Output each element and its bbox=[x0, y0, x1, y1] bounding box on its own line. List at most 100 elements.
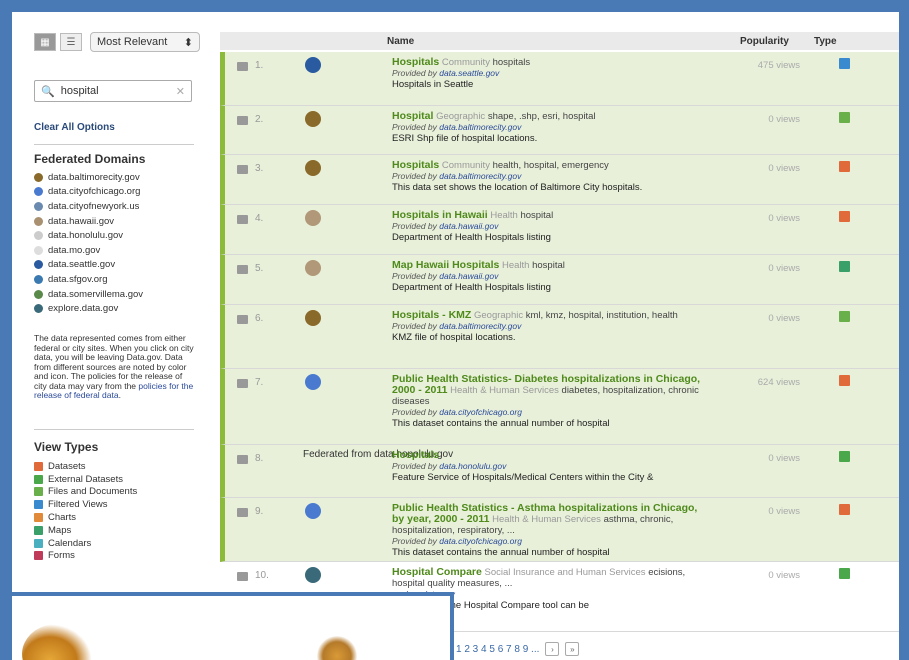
source-link[interactable]: data.honolulu.gov bbox=[439, 461, 506, 471]
view-type-icon bbox=[34, 513, 43, 523]
domain-item[interactable]: data.cityofnewyork.us bbox=[34, 199, 204, 214]
dataset-name-link[interactable]: Map Hawaii Hospitals bbox=[392, 259, 499, 271]
domain-item[interactable]: data.mo.gov bbox=[34, 243, 204, 258]
table-row[interactable]: 3. Hospitals Community health, hospital, … bbox=[220, 155, 899, 205]
domain-item[interactable]: explore.data.gov bbox=[34, 301, 204, 316]
row-content: Public Health Statistics- Diabetes hospi… bbox=[392, 374, 712, 430]
domain-logo-icon bbox=[34, 245, 43, 255]
source-logo-icon bbox=[305, 310, 321, 326]
domain-item[interactable]: data.cityofchicago.org bbox=[34, 185, 204, 200]
dataset-name-link[interactable]: Hospitals bbox=[392, 159, 439, 171]
provided-by: Provided by data.seattle.gov bbox=[392, 68, 500, 78]
row-expand-icon[interactable] bbox=[237, 315, 248, 324]
row-expand-icon[interactable] bbox=[237, 508, 248, 517]
view-toolbar: ▦ ☰ Most Relevant ⬍ bbox=[34, 32, 200, 52]
domain-item[interactable]: data.honolulu.gov bbox=[34, 228, 204, 243]
dataset-name-link[interactable]: Hospitals in Hawaii bbox=[392, 209, 488, 221]
view-type-item[interactable]: Charts bbox=[34, 511, 194, 524]
table-row[interactable]: 6. Hospitals - KMZ Geographic kml, kmz, h… bbox=[220, 305, 899, 369]
source-link[interactable]: data.baltimorecity.gov bbox=[439, 122, 521, 132]
row-expand-icon[interactable] bbox=[237, 455, 248, 464]
source-link[interactable]: data.baltimorecity.gov bbox=[439, 321, 521, 331]
row-expand-icon[interactable] bbox=[237, 62, 248, 71]
source-link[interactable]: data.seattle.gov bbox=[439, 68, 499, 78]
row-expand-icon[interactable] bbox=[237, 215, 248, 224]
dataset-name-link[interactable]: Hospital Compare bbox=[392, 566, 482, 578]
domain-item[interactable]: data.somervillema.gov bbox=[34, 287, 204, 302]
clear-all-options-link[interactable]: Clear All Options bbox=[34, 122, 115, 133]
list-view-icon[interactable]: ☰ bbox=[60, 33, 82, 51]
table-row[interactable]: 5. Map Hawaii Hospitals Health hospital Pr… bbox=[220, 255, 899, 305]
view-type-item[interactable]: Files and Documents bbox=[34, 486, 194, 499]
view-type-item[interactable]: Filtered Views bbox=[34, 498, 194, 511]
source-link[interactable]: data.cityofchicago.org bbox=[439, 407, 522, 417]
source-link[interactable]: data.baltimorecity.gov bbox=[439, 171, 521, 181]
table-row[interactable]: 9. Public Health Statistics - Asthma hosp… bbox=[220, 498, 899, 562]
domain-item[interactable]: data.sfgov.org bbox=[34, 272, 204, 287]
col-name[interactable]: Name bbox=[387, 36, 414, 47]
table-row[interactable]: 1. Hospitals Community hospitals Provided … bbox=[220, 52, 899, 106]
last-page-button[interactable]: » bbox=[565, 642, 580, 656]
row-expand-icon[interactable] bbox=[237, 379, 248, 388]
category: Community bbox=[441, 57, 490, 68]
col-popularity[interactable]: Popularity bbox=[740, 36, 789, 47]
view-type-item[interactable]: Maps bbox=[34, 524, 194, 537]
table-row[interactable]: 7. Public Health Statistics- Diabetes hos… bbox=[220, 369, 899, 445]
sort-select[interactable]: Most Relevant ⬍ bbox=[90, 32, 200, 52]
view-type-item[interactable]: External Datasets bbox=[34, 473, 194, 486]
row-expand-icon[interactable] bbox=[237, 165, 248, 174]
source-link[interactable]: data.cityofchicago.org bbox=[439, 536, 522, 546]
dataset-name-link[interactable]: Hospitals bbox=[392, 56, 439, 68]
table-row[interactable]: 2. Hospital Geographic shape, .shp, esri,… bbox=[220, 106, 899, 155]
col-type[interactable]: Type bbox=[814, 36, 837, 47]
domain-logo-icon bbox=[34, 304, 43, 314]
next-page-button[interactable]: › bbox=[545, 642, 560, 656]
dataset-name-link[interactable]: Hospital bbox=[392, 110, 433, 122]
view-count: 0 views bbox=[768, 114, 800, 125]
domain-item[interactable]: data.baltimorecity.gov bbox=[34, 170, 204, 185]
grid-view-icon[interactable]: ▦ bbox=[34, 33, 56, 51]
provided-by: Provided by data.cityofchicago.org bbox=[392, 536, 522, 546]
domain-item[interactable]: data.seattle.gov bbox=[34, 258, 204, 273]
view-type-item[interactable]: Calendars bbox=[34, 537, 194, 550]
view-type-label: Maps bbox=[48, 524, 72, 536]
category: Health bbox=[490, 210, 518, 221]
clear-search-icon[interactable]: ✕ bbox=[176, 85, 185, 98]
type-icon bbox=[839, 112, 850, 123]
type-icon bbox=[839, 451, 850, 462]
domain-logo-icon bbox=[34, 172, 43, 182]
dataset-name-link[interactable]: Hospitals - KMZ bbox=[392, 309, 471, 321]
source-logo-icon bbox=[305, 160, 321, 176]
dataset-name-link[interactable]: Hospitals bbox=[392, 449, 439, 461]
view-count: 0 views bbox=[768, 163, 800, 174]
domain-item[interactable]: data.hawaii.gov bbox=[34, 214, 204, 229]
source-link[interactable]: data.hawaii.gov bbox=[439, 271, 498, 281]
view-type-icon bbox=[34, 487, 43, 497]
domain-label: data.honolulu.gov bbox=[48, 230, 124, 242]
description: Hospitals in Seattle bbox=[392, 79, 474, 90]
table-header: Name Popularity Type bbox=[220, 32, 899, 50]
updown-arrow-icon: ⬍ bbox=[183, 36, 193, 49]
row-expand-icon[interactable] bbox=[237, 572, 248, 581]
table-row[interactable]: 8. Federated from data.honolulu.gov Hospit… bbox=[220, 445, 899, 498]
view-type-label: Filtered Views bbox=[48, 499, 108, 511]
view-count: 0 views bbox=[768, 453, 800, 464]
tags: hospital bbox=[520, 210, 554, 221]
domain-label: explore.data.gov bbox=[48, 303, 119, 315]
source-link[interactable]: data.hawaii.gov bbox=[439, 221, 498, 231]
row-expand-icon[interactable] bbox=[237, 116, 248, 125]
results-table: Name Popularity Type 1. Hospitals Communi… bbox=[220, 12, 899, 660]
view-type-item[interactable]: Datasets bbox=[34, 460, 194, 473]
source-logo-icon bbox=[305, 374, 321, 390]
page-numbers[interactable]: 1 2 3 4 5 6 7 8 9 ... bbox=[456, 644, 539, 655]
row-expand-icon[interactable] bbox=[237, 265, 248, 274]
description: Department of Health Hospitals listing bbox=[392, 282, 551, 293]
search-icon: 🔍 bbox=[41, 85, 55, 98]
view-type-label: External Datasets bbox=[48, 473, 123, 485]
view-type-item[interactable]: Forms bbox=[34, 550, 194, 563]
domain-label: data.cityofchicago.org bbox=[48, 186, 141, 198]
app-window: ▦ ☰ Most Relevant ⬍ 🔍 hospital ✕ Clear Al… bbox=[12, 12, 899, 660]
table-row[interactable]: 4. Hospitals in Hawaii Health hospital Pro… bbox=[220, 205, 899, 255]
search-input[interactable]: 🔍 hospital ✕ bbox=[34, 80, 192, 102]
row-content: Hospitals - KMZ Geographic kml, kmz, hos… bbox=[392, 309, 712, 344]
